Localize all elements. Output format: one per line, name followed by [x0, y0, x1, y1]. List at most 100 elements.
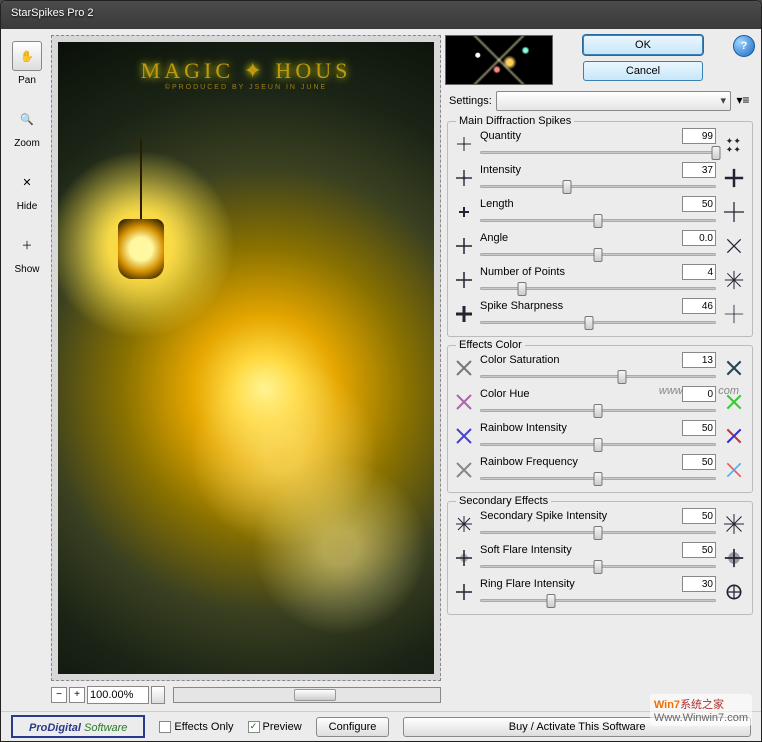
zoom-dropdown[interactable] [151, 686, 165, 704]
rainbowf-label: Rainbow Frequency [480, 456, 578, 468]
preview-checkbox[interactable]: ✓Preview [248, 721, 302, 733]
length-label: Length [480, 198, 514, 210]
preview-canvas[interactable]: MAGIC ✦ HOUS ©PRODUCED BY JSEUN IN JUNE [51, 35, 441, 681]
window-title: StarSpikes Pro 2 [11, 7, 94, 19]
tool-column: ✋ Pan 🔍 Zoom ✕ Hide ＋ Show [7, 35, 47, 705]
titlebar: StarSpikes Pro 2 [1, 1, 761, 29]
rainbowi-value[interactable] [682, 420, 716, 436]
brand-box: ProDigital Software [11, 715, 145, 738]
angle-value[interactable] [682, 230, 716, 246]
horizontal-scrollbar[interactable] [173, 687, 441, 703]
quantity-label: Quantity [480, 130, 521, 142]
zoom-label: Zoom [14, 138, 40, 149]
cancel-button[interactable]: Cancel [583, 61, 703, 81]
intensity-right-icon [722, 168, 746, 188]
rf-value[interactable] [682, 576, 716, 592]
rainbowf-right-icon [722, 460, 746, 480]
zoom-field[interactable]: 100.00% [87, 686, 149, 704]
rainbowf-value[interactable] [682, 454, 716, 470]
lantern-graphic [118, 219, 164, 279]
hue-right-icon [722, 392, 746, 412]
points-slider[interactable] [480, 280, 716, 296]
group-main-title: Main Diffraction Spikes [456, 115, 574, 127]
sharpness-left-icon [454, 304, 474, 324]
configure-button[interactable]: Configure [316, 717, 390, 737]
row-sharpness: Spike Sharpness [454, 298, 746, 330]
intensity-label: Intensity [480, 164, 521, 176]
row-intensity: Intensity [454, 162, 746, 194]
points-label: Number of Points [480, 266, 565, 278]
artwork-title: MAGIC ✦ HOUS [141, 58, 352, 84]
intensity-value[interactable] [682, 162, 716, 178]
sharpness-slider[interactable] [480, 314, 716, 330]
si-right-icon [722, 514, 746, 534]
hide-label: Hide [17, 201, 38, 212]
group-secondary: Secondary Effects Secondary Spike Intens… [447, 501, 753, 615]
length-value[interactable] [682, 196, 716, 212]
hue-slider[interactable] [480, 402, 716, 418]
rainbowi-right-icon [722, 426, 746, 446]
si-slider[interactable] [480, 524, 716, 540]
si-value[interactable] [682, 508, 716, 524]
preview-thumbnail [445, 35, 553, 85]
row-points: Number of Points [454, 264, 746, 296]
zoom-in-button[interactable]: + [69, 687, 85, 703]
canvas-area: MAGIC ✦ HOUS ©PRODUCED BY JSEUN IN JUNE … [51, 35, 441, 705]
length-slider[interactable] [480, 212, 716, 228]
window-body: ✋ Pan 🔍 Zoom ✕ Hide ＋ Show MAGIC ✦ HOUS … [1, 29, 761, 711]
hue-value[interactable] [682, 386, 716, 402]
rainbowf-left-icon [454, 460, 474, 480]
angle-label: Angle [480, 232, 508, 244]
sf-value[interactable] [682, 542, 716, 558]
effects-only-checkbox[interactable]: Effects Only [159, 721, 233, 733]
sf-slider[interactable] [480, 558, 716, 574]
hand-icon: ✋ [20, 50, 34, 63]
settings-menu-icon[interactable]: ▾≡ [735, 93, 751, 109]
zoom-out-button[interactable]: − [51, 687, 67, 703]
checkbox-icon [159, 721, 171, 733]
rf-slider[interactable] [480, 592, 716, 608]
angle-slider[interactable] [480, 246, 716, 262]
app-window: StarSpikes Pro 2 ✋ Pan 🔍 Zoom ✕ Hide ＋ S… [0, 0, 762, 742]
activate-button[interactable]: Buy / Activate This Software [403, 717, 751, 737]
row-hue: Color Hue [454, 386, 746, 418]
group-effects-color: Effects Color Color Saturation Color Hue… [447, 345, 753, 493]
artwork: MAGIC ✦ HOUS ©PRODUCED BY JSEUN IN JUNE [58, 42, 434, 674]
quantity-slider[interactable] [480, 144, 716, 160]
hue-label: Color Hue [480, 388, 530, 400]
group-color-title: Effects Color [456, 339, 525, 351]
zoom-bar: − + 100.00% [51, 685, 441, 705]
points-value[interactable] [682, 264, 716, 280]
rainbowi-slider[interactable] [480, 436, 716, 452]
help-button[interactable]: ? [733, 35, 755, 57]
artwork-subtitle: ©PRODUCED BY JSEUN IN JUNE [165, 84, 327, 91]
intensity-slider[interactable] [480, 178, 716, 194]
show-tool[interactable]: ＋ [12, 230, 42, 260]
action-buttons: OK Cancel [561, 35, 725, 81]
rf-left-icon [454, 582, 474, 602]
quantity-value[interactable] [682, 128, 716, 144]
settings-dropdown[interactable] [496, 91, 731, 111]
row-length: Length [454, 196, 746, 228]
saturation-slider[interactable] [480, 368, 716, 384]
row-quantity: Quantity ✦✦✦✦ [454, 128, 746, 160]
points-right-icon [722, 270, 746, 290]
intensity-left-icon [454, 168, 474, 188]
footer: ProDigital Software Effects Only ✓Previe… [1, 711, 761, 741]
sf-label: Soft Flare Intensity [480, 544, 572, 556]
zoom-tool[interactable]: 🔍 [12, 104, 42, 134]
saturation-right-icon [722, 358, 746, 378]
rainbowf-slider[interactable] [480, 470, 716, 486]
hide-tool[interactable]: ✕ [12, 167, 42, 197]
checkbox-icon: ✓ [248, 721, 260, 733]
ok-button[interactable]: OK [583, 35, 703, 55]
row-rainbow-intensity: Rainbow Intensity [454, 420, 746, 452]
panel-header: OK Cancel ? [445, 35, 755, 85]
saturation-value[interactable] [682, 352, 716, 368]
sharpness-value[interactable] [682, 298, 716, 314]
row-angle: Angle [454, 230, 746, 262]
show-label: Show [14, 264, 39, 275]
sf-right-icon [722, 548, 746, 568]
pan-tool[interactable]: ✋ [12, 41, 42, 71]
length-left-icon [454, 202, 474, 222]
